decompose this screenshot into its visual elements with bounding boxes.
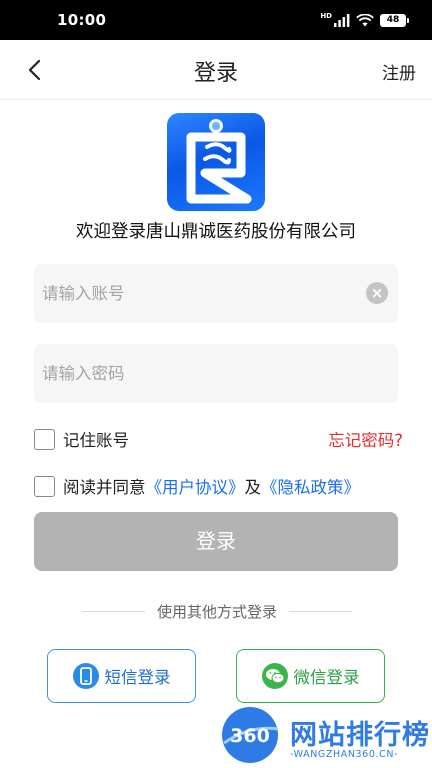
login-button[interactable]: 登录: [34, 512, 398, 571]
logo-mark: [186, 119, 252, 204]
header: 登录 注册: [0, 40, 432, 100]
wechat-login-button[interactable]: 微信登录: [236, 649, 385, 703]
svg-text:360: 360: [230, 725, 270, 747]
phone-icon: [72, 663, 99, 689]
welcome-text: 欢迎登录唐山鼎诚医药股份有限公司: [76, 222, 356, 242]
agreement-checkbox[interactable]: [34, 475, 55, 497]
remember-label: 记住账号: [63, 431, 129, 450]
agreement-prefix: 阅读并同意: [63, 478, 146, 497]
divider-line-left: [82, 610, 145, 612]
watermark-title: 网站排行榜: [290, 720, 430, 751]
sms-login-label: 短信登录: [104, 668, 171, 687]
app-logo: [167, 113, 265, 211]
account-field: ×: [34, 264, 398, 323]
status-time: 10:00: [57, 11, 107, 29]
watermark: 360 网站排行榜 -WANGZHAN360.CN-: [216, 703, 432, 768]
battery-icon: 48: [380, 13, 409, 27]
agreement-row: 阅读并同意 《用户协议》 及 《隐私政策》: [34, 474, 360, 498]
user-agreement-link[interactable]: 《用户协议》: [146, 474, 245, 498]
wechat-login-label: 微信登录: [293, 668, 360, 687]
agreement-and: 及: [244, 478, 262, 497]
other-login-divider: 使用其他方式登录: [82, 601, 353, 621]
page-title: 登录: [193, 61, 238, 86]
divider-text: 使用其他方式登录: [157, 602, 278, 621]
wechat-icon: [261, 663, 288, 689]
register-link[interactable]: 注册: [382, 59, 416, 84]
status-icons: HD 48: [320, 12, 409, 27]
remember-checkbox[interactable]: [34, 428, 55, 450]
status-bar: 10:00 HD 48: [0, 0, 432, 40]
account-input[interactable]: [42, 264, 362, 323]
remember-row: 记住账号: [34, 427, 129, 451]
wifi-icon: [356, 13, 374, 26]
watermark-360-logo: 360: [222, 707, 279, 763]
privacy-policy-link[interactable]: 《隐私政策》: [261, 474, 360, 498]
watermark-subtitle: -WANGZHAN360.CN-: [290, 749, 399, 760]
clear-icon[interactable]: ×: [366, 282, 388, 304]
password-field: [34, 344, 398, 403]
forgot-password-link[interactable]: 忘记密码?: [328, 427, 403, 451]
divider-line-right: [289, 610, 353, 612]
signal-icon: [334, 13, 350, 27]
sms-login-button[interactable]: 短信登录: [47, 649, 196, 703]
password-input[interactable]: [42, 344, 362, 403]
network-type: HD: [320, 12, 332, 20]
